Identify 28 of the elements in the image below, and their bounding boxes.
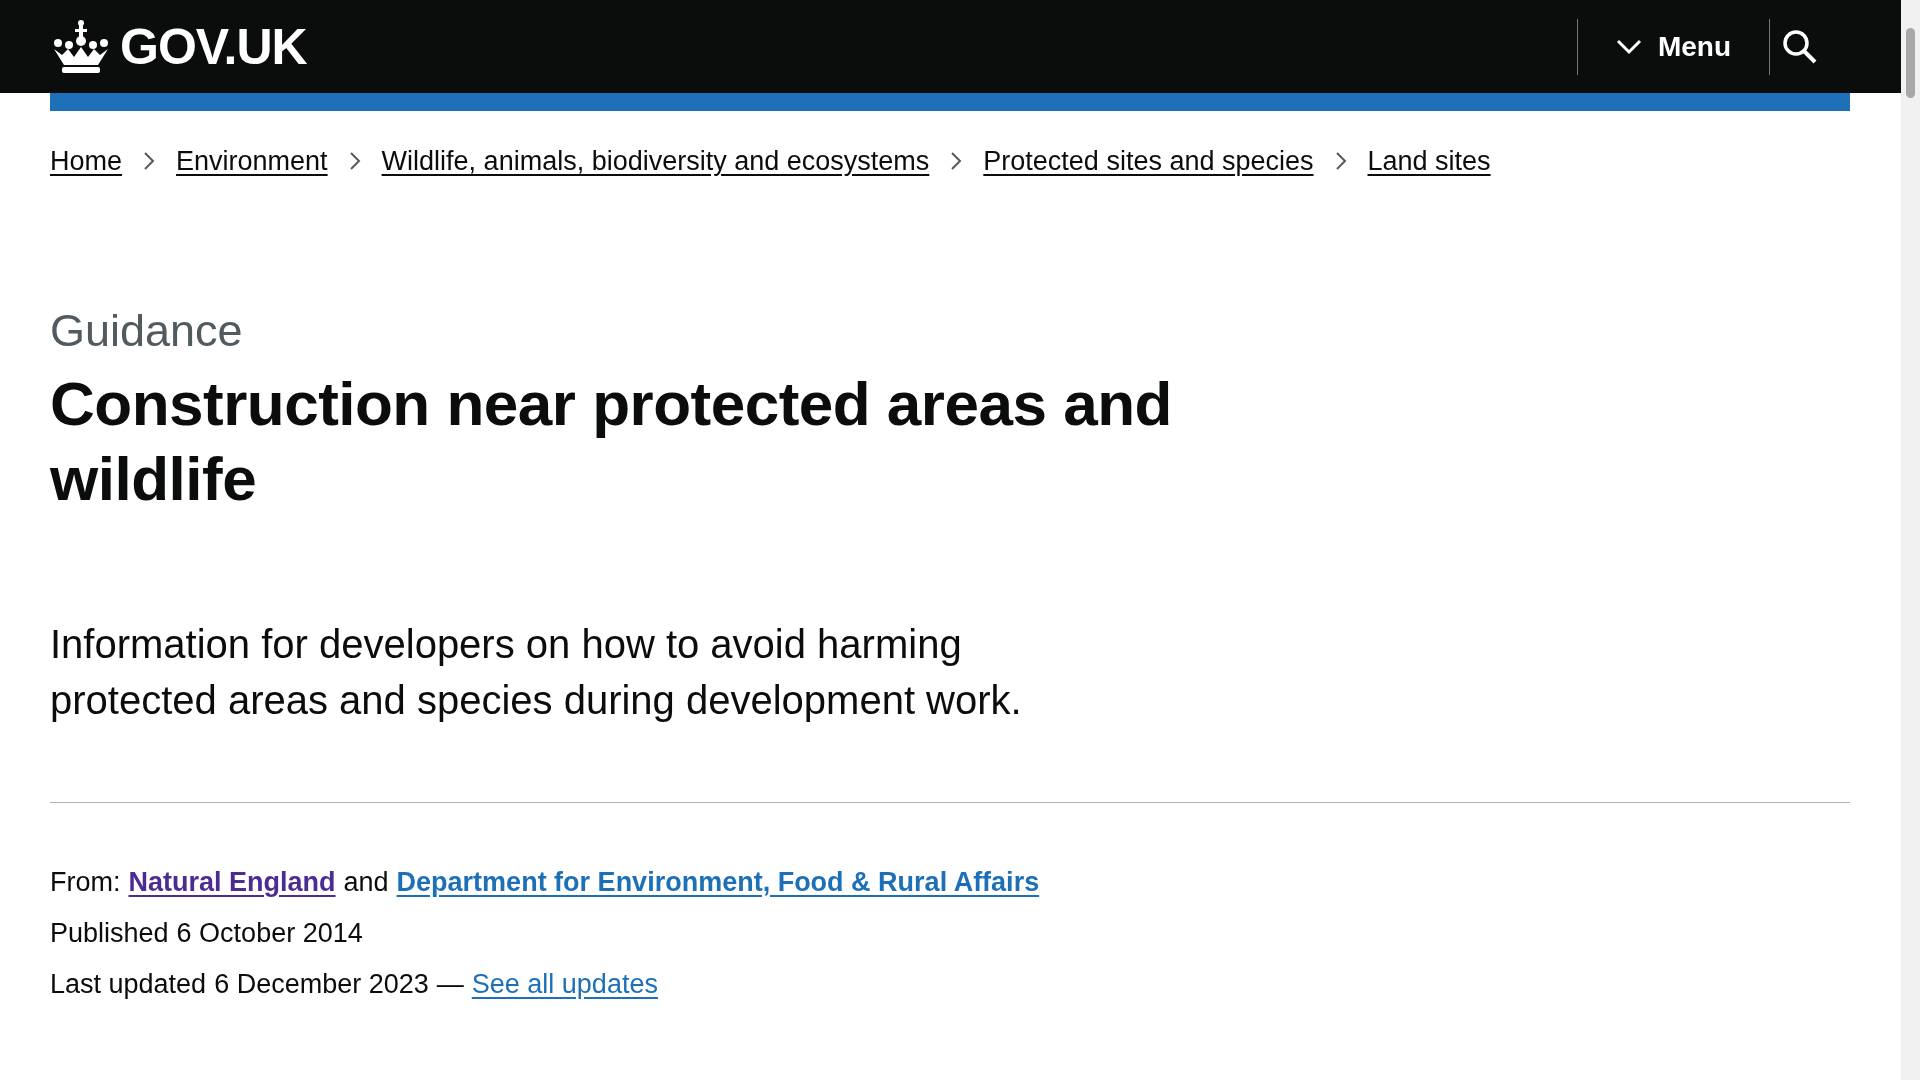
breadcrumb-link[interactable]: Protected sites and species: [983, 141, 1314, 182]
chevron-down-icon: [1615, 38, 1642, 55]
updated-label: Last updated: [50, 967, 207, 1001]
scrollbar-thumb[interactable]: [1906, 28, 1915, 98]
updated-date: 6 December 2023: [214, 967, 429, 1001]
breadcrumb-link[interactable]: Environment: [176, 141, 328, 182]
chevron-right-icon: [142, 151, 157, 172]
published-date: 6 October 2014: [176, 916, 363, 950]
search-icon: [1782, 28, 1818, 65]
dash-separator: —: [436, 967, 464, 1001]
published-label: Published: [50, 916, 169, 950]
organisation-link[interactable]: Department for Environment, Food & Rural Affairs: [396, 856, 1040, 908]
menu-button[interactable]: Menu: [1576, 18, 1770, 75]
lead-paragraph: Information for developers on how to avoid harming protected areas and species during development work.: [50, 620, 1023, 724]
breadcrumb-link[interactable]: Wildlife, animals, biodiversity and ecosystems: [381, 141, 930, 182]
from-label: From:: [50, 865, 121, 899]
chevron-right-icon: [1333, 151, 1348, 172]
organisation-link[interactable]: Natural England: [128, 856, 336, 908]
breadcrumb-link[interactable]: Land sites: [1367, 141, 1491, 182]
logo-text[interactable]: GOV.UK: [120, 21, 307, 72]
scrollbar[interactable]: [1901, 0, 1920, 1080]
breadcrumb-link[interactable]: Home: [50, 141, 123, 182]
page-title: Construction near protected areas and wildlife: [50, 367, 1173, 515]
chevron-right-icon: [949, 151, 964, 172]
joiner-text: and: [343, 865, 389, 899]
see-all-updates-link[interactable]: See all updates: [471, 958, 658, 1010]
page-caption: Guidance: [50, 303, 244, 358]
chevron-right-icon: [347, 151, 362, 172]
